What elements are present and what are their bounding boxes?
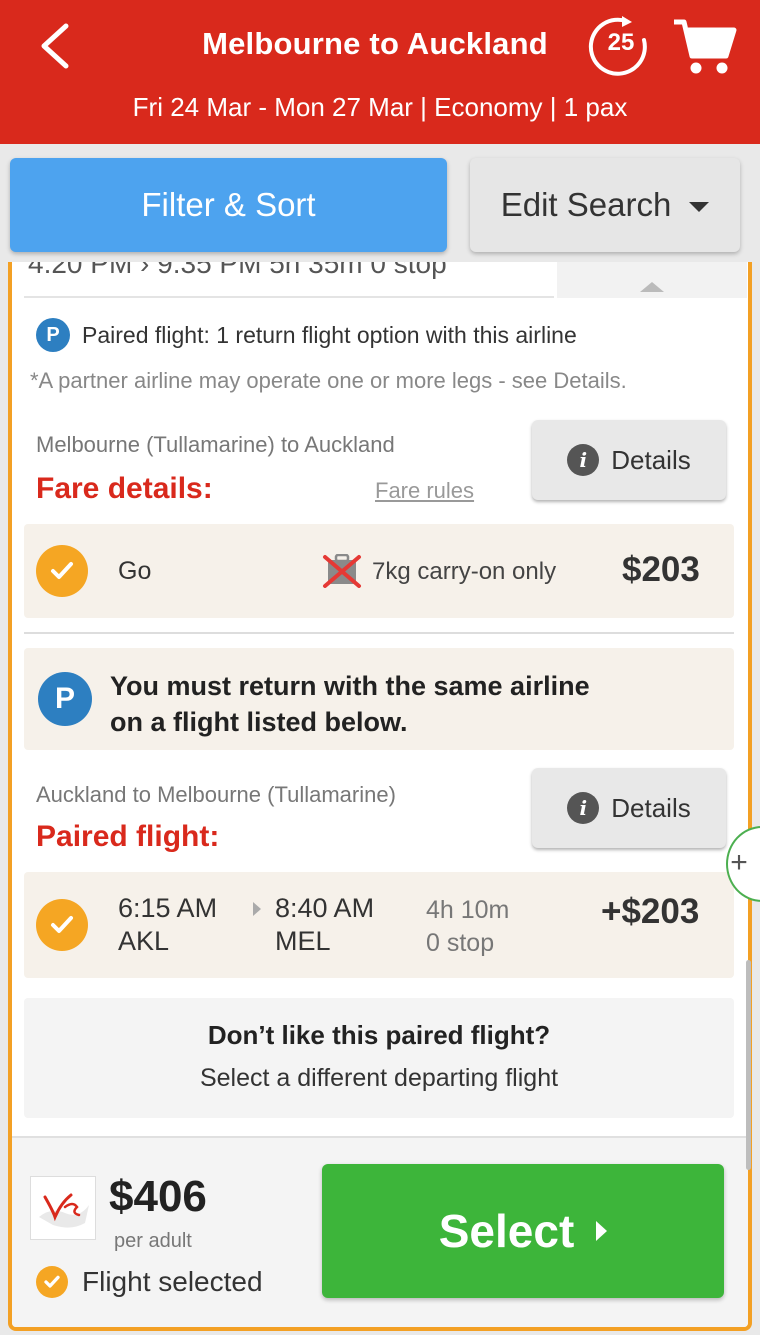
total-price: $406 bbox=[109, 1172, 207, 1221]
timer-value: 25 bbox=[607, 29, 635, 56]
paired-return-text: You must return with the same airline on… bbox=[110, 668, 710, 740]
divider bbox=[24, 632, 734, 634]
outbound-details-button[interactable]: i Details bbox=[532, 420, 726, 500]
select-button[interactable]: Select bbox=[322, 1164, 724, 1298]
check-circle-icon bbox=[36, 899, 88, 951]
depart-time: 6:15 AM bbox=[118, 893, 218, 923]
back-button[interactable] bbox=[28, 18, 84, 74]
outbound-flight-row[interactable]: 4:20 PM › 9:35 PM 5h 35m 0 stop bbox=[24, 262, 554, 298]
depart-airport: AKL bbox=[118, 926, 170, 956]
fare-details-title: Fare details: bbox=[36, 472, 213, 505]
outbound-flight-summary: 4:20 PM › 9:35 PM 5h 35m 0 stop bbox=[28, 262, 447, 279]
paired-return-notice: P You must return with the same airline … bbox=[24, 648, 734, 750]
check-circle-icon bbox=[36, 1266, 68, 1298]
arrive-time: 8:40 AM bbox=[275, 893, 375, 923]
flight-card: 4:20 PM › 9:35 PM 5h 35m 0 stop P Paired… bbox=[8, 262, 752, 1331]
outbound-route: Melbourne (Tullamarine) to Auckland bbox=[36, 432, 395, 457]
filter-sort-button[interactable]: Filter & Sort bbox=[10, 158, 447, 252]
no-checked-bag-icon bbox=[323, 554, 361, 588]
search-summary: Fri 24 Mar - Mon 27 Mar | Economy | 1 pa… bbox=[132, 92, 628, 122]
app-header: Melbourne to Auckland 25 Fri 24 Mar - Mo… bbox=[0, 0, 760, 144]
caret-down-icon bbox=[689, 202, 710, 212]
return-details-button[interactable]: i Details bbox=[532, 768, 726, 848]
paired-return-line-2: on a flight listed below. bbox=[110, 707, 408, 737]
return-route: Auckland to Melbourne (Tullamarine) bbox=[36, 782, 396, 807]
arrow-right-icon bbox=[596, 1221, 608, 1241]
dislike-question: Don’t like this paired flight? bbox=[207, 1020, 551, 1050]
select-different-flight-link[interactable]: Select a different departing flight bbox=[24, 1064, 734, 1093]
flight-duration: 4h 10m bbox=[426, 896, 510, 924]
baggage-allowance: 7kg carry-on only bbox=[372, 558, 557, 585]
paired-flight-row[interactable]: 6:15 AM AKL 8:40 AM MEL 4h 10m 0 stop +$… bbox=[24, 872, 734, 978]
arrive-airport: MEL bbox=[275, 926, 331, 956]
fare-price: $203 bbox=[622, 550, 700, 589]
edit-search-label: Edit Search bbox=[500, 186, 672, 223]
paired-badge-icon: P bbox=[36, 318, 70, 352]
change-departing-flight[interactable]: Don’t like this paired flight? Select a … bbox=[24, 998, 734, 1118]
paired-return-line-1: You must return with the same airline bbox=[110, 671, 590, 701]
selection-footer: $406 per adult Flight selected Select bbox=[12, 1136, 748, 1327]
edit-search-button[interactable]: Edit Search bbox=[470, 158, 740, 252]
chevron-left-icon bbox=[41, 23, 69, 69]
arrow-right-icon bbox=[253, 902, 261, 916]
partner-disclaimer: *A partner airline may operate one or mo… bbox=[30, 368, 627, 393]
paired-note-text: Paired flight: 1 return flight option wi… bbox=[82, 321, 577, 348]
info-icon: i bbox=[567, 792, 600, 824]
chevron-up-icon bbox=[640, 282, 664, 292]
collapse-toggle[interactable] bbox=[557, 262, 747, 298]
check-circle-icon bbox=[36, 545, 88, 597]
paired-badge-icon: P bbox=[38, 672, 92, 726]
cart-button[interactable] bbox=[672, 16, 738, 76]
plus-icon: + bbox=[730, 846, 748, 879]
airline-logo bbox=[30, 1176, 96, 1240]
flight-selected-status: Flight selected bbox=[36, 1266, 263, 1298]
select-label: Select bbox=[438, 1205, 575, 1257]
page-title: Melbourne to Auckland bbox=[202, 26, 548, 61]
fare-rules-link[interactable]: Fare rules bbox=[375, 478, 474, 504]
paired-note: P Paired flight: 1 return flight option … bbox=[36, 318, 577, 352]
price-unit: per adult bbox=[114, 1230, 192, 1252]
info-icon: i bbox=[567, 444, 600, 476]
filter-sort-label: Filter & Sort bbox=[141, 186, 316, 223]
details-label: Details bbox=[611, 792, 691, 823]
flight-stops: 0 stop bbox=[426, 929, 495, 957]
paired-flight-price: +$203 bbox=[601, 892, 700, 931]
cart-icon bbox=[674, 19, 737, 74]
details-label: Details bbox=[611, 444, 691, 475]
session-timer[interactable]: 25 bbox=[586, 16, 656, 78]
paired-flight-title: Paired flight: bbox=[36, 820, 220, 853]
fare-option-row[interactable]: Go 7kg carry-on only $203 bbox=[24, 524, 734, 618]
scrollbar[interactable] bbox=[746, 960, 751, 1170]
fare-name: Go bbox=[118, 557, 152, 585]
flight-selected-label: Flight selected bbox=[82, 1266, 263, 1297]
